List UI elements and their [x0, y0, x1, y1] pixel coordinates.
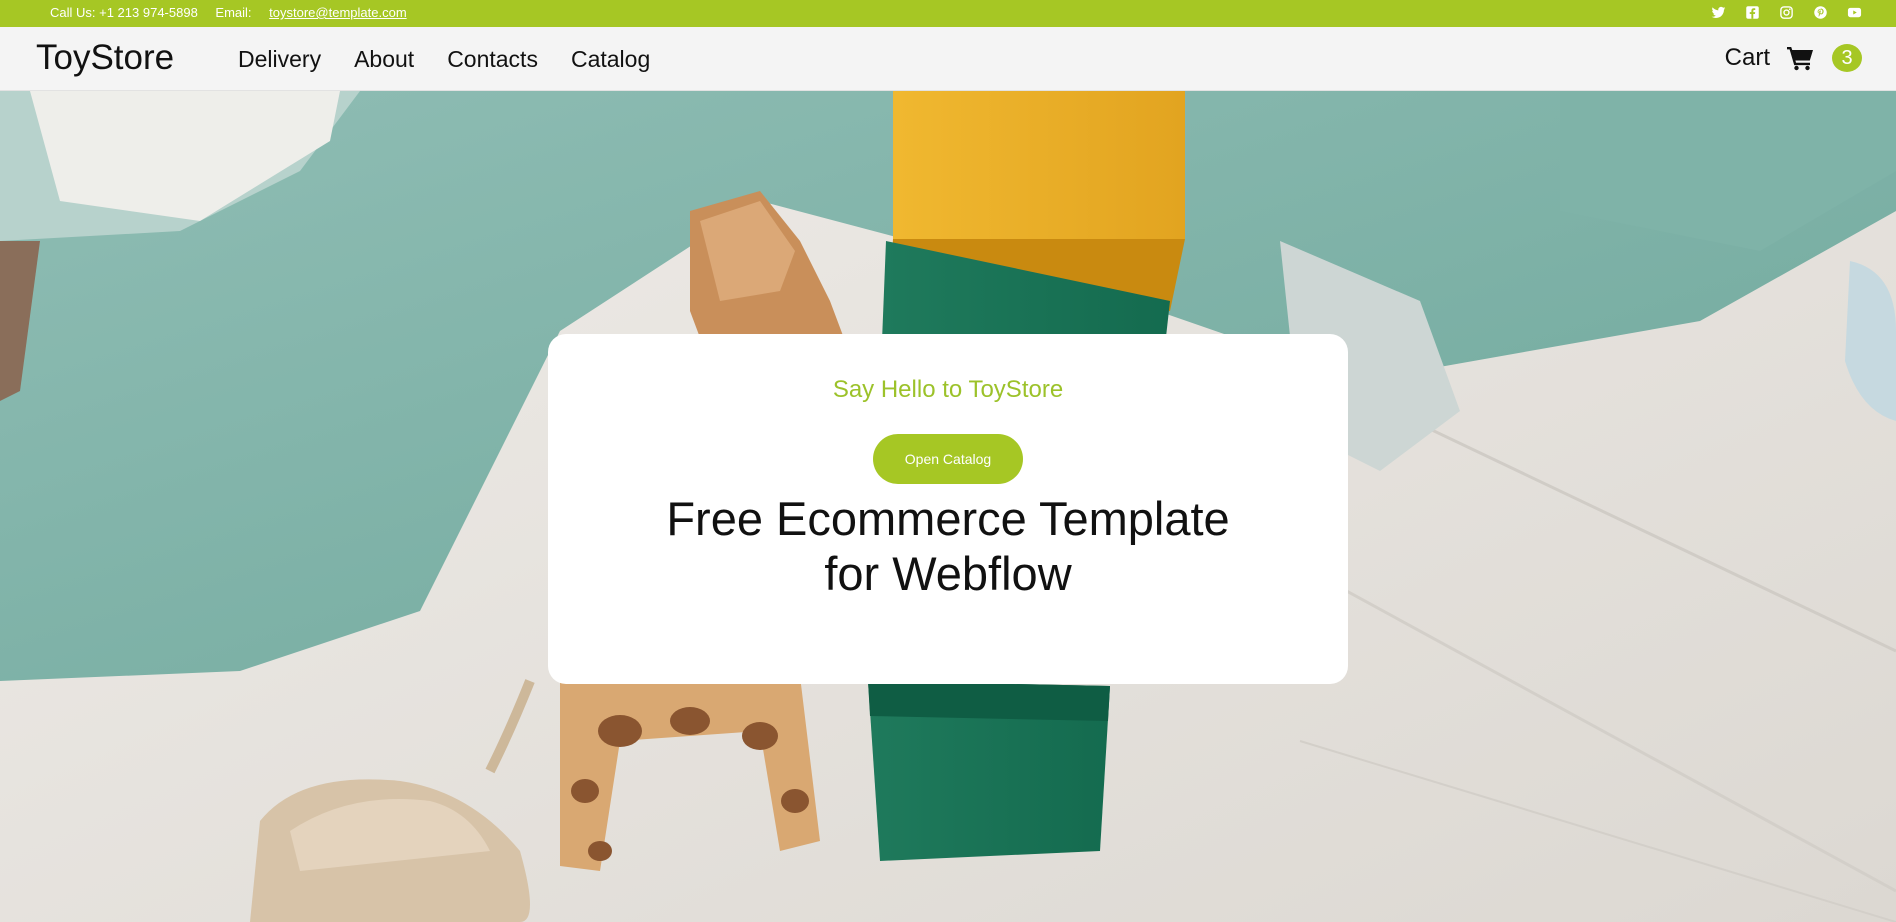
- email-link[interactable]: toystore@template.com: [269, 5, 406, 20]
- main-navbar: ToyStore Delivery About Contacts Catalog…: [0, 27, 1896, 91]
- open-catalog-button[interactable]: Open Catalog: [873, 434, 1023, 484]
- cart-icon: [1786, 45, 1814, 71]
- cart-count-badge: 3: [1832, 44, 1862, 72]
- pinterest-icon[interactable]: [1813, 5, 1828, 20]
- cart-button[interactable]: Cart 3: [1725, 44, 1862, 72]
- social-links: [1711, 5, 1862, 20]
- hero-card: Say Hello to ToyStore Open Catalog Free …: [548, 334, 1348, 684]
- email-label: Email:: [215, 5, 252, 20]
- phone-text: Call Us: +1 213 974-5898: [50, 5, 198, 20]
- hero-eyebrow: Say Hello to ToyStore: [832, 376, 1064, 403]
- brand-logo[interactable]: ToyStore: [36, 38, 174, 78]
- top-bar: Call Us: +1 213 974-5898 Email: toystore…: [0, 0, 1896, 27]
- nav-link-about[interactable]: About: [354, 46, 414, 73]
- youtube-icon[interactable]: [1847, 5, 1862, 20]
- facebook-icon[interactable]: [1745, 5, 1760, 20]
- nav-link-delivery[interactable]: Delivery: [238, 46, 321, 73]
- instagram-icon[interactable]: [1779, 5, 1794, 20]
- nav-link-contacts[interactable]: Contacts: [447, 46, 538, 73]
- contact-info: Call Us: +1 213 974-5898 Email: toystore…: [50, 5, 407, 20]
- nav-links: Delivery About Contacts Catalog: [238, 46, 650, 73]
- twitter-icon[interactable]: [1711, 5, 1726, 20]
- hero-headline: Free Ecommerce Template for Webflow: [666, 492, 1230, 600]
- nav-link-catalog[interactable]: Catalog: [571, 46, 650, 73]
- hero-section: Say Hello to ToyStore Open Catalog Free …: [0, 91, 1896, 922]
- cart-label: Cart: [1724, 44, 1770, 71]
